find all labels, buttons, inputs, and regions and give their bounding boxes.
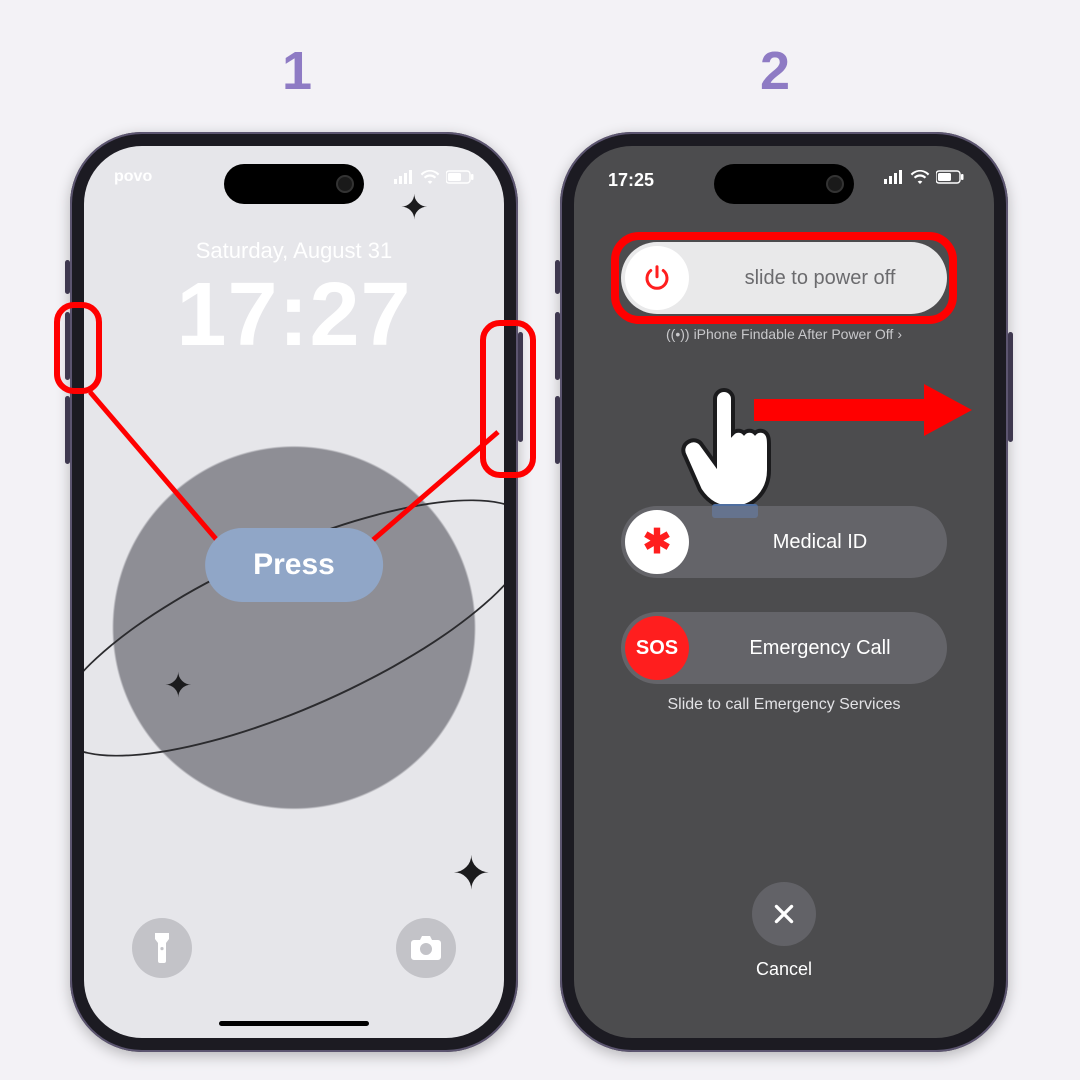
wifi-icon <box>420 170 440 184</box>
camera-button[interactable] <box>396 918 456 978</box>
cancel-button[interactable] <box>752 882 816 946</box>
cancel-button-label: Cancel <box>574 959 994 980</box>
phone-mockup-step2: 17:25 slide to power off ((•))iPhone Fin… <box>560 132 1008 1052</box>
medical-id-slider[interactable]: ✱ Medical ID <box>621 506 947 578</box>
camera-icon <box>411 936 441 960</box>
annotation-highlight-volume <box>54 302 102 394</box>
status-icons <box>394 168 474 186</box>
chevron-right-icon: › <box>897 326 902 342</box>
annotation-hand-pointer-icon <box>678 382 798 522</box>
home-indicator[interactable] <box>219 1021 369 1026</box>
step-number-2: 2 <box>760 40 790 102</box>
dynamic-island <box>714 164 854 204</box>
flashlight-button[interactable] <box>132 918 192 978</box>
carrier-label: povo <box>114 168 152 186</box>
battery-icon <box>446 170 474 184</box>
asterisk-icon: ✱ <box>643 532 672 552</box>
silence-switch[interactable] <box>65 260 70 294</box>
medical-id-slider-label: Medical ID <box>693 531 947 554</box>
annotation-highlight-slider <box>611 232 957 324</box>
flashlight-icon <box>151 933 173 963</box>
silence-switch[interactable] <box>555 260 560 294</box>
emergency-sos-slider-knob[interactable]: SOS <box>625 616 689 680</box>
close-icon <box>771 901 797 927</box>
annotation-highlight-power <box>480 320 536 478</box>
lock-screen-time: 17:27 <box>84 264 504 367</box>
volume-up-button[interactable] <box>555 312 560 380</box>
location-broadcast-icon: ((•)) <box>666 326 690 342</box>
volume-down-button[interactable] <box>65 396 70 464</box>
status-icons <box>884 170 964 184</box>
emergency-sos-slider[interactable]: SOS Emergency Call <box>621 612 947 684</box>
findable-after-poweroff-text[interactable]: ((•))iPhone Findable After Power Off› <box>574 326 994 342</box>
phone-mockup-step1: ✦ ✦ ✦ povo Saturday, August 31 17:27 <box>70 132 518 1052</box>
sos-icon: SOS <box>636 637 678 660</box>
cellular-signal-icon <box>394 170 414 184</box>
sparkle-icon: ✦ <box>452 846 491 900</box>
sparkle-icon: ✦ <box>400 188 429 228</box>
battery-icon <box>936 170 964 184</box>
status-time: 17:25 <box>608 170 654 191</box>
medical-id-slider-knob[interactable]: ✱ <box>625 510 689 574</box>
annotation-press-label: Press <box>205 528 383 602</box>
sparkle-icon: ✦ <box>164 666 193 706</box>
emergency-hint-text: Slide to call Emergency Services <box>574 696 994 714</box>
side-power-button[interactable] <box>1008 332 1013 442</box>
lock-screen-date: Saturday, August 31 <box>84 238 504 264</box>
power-off-screen: 17:25 slide to power off ((•))iPhone Fin… <box>574 146 994 1038</box>
cellular-signal-icon <box>884 170 904 184</box>
emergency-sos-slider-label: Emergency Call <box>693 637 947 660</box>
step-number-1: 1 <box>282 40 312 102</box>
volume-down-button[interactable] <box>555 396 560 464</box>
dynamic-island <box>224 164 364 204</box>
wallpaper-ring <box>84 449 504 807</box>
wifi-icon <box>910 170 930 184</box>
